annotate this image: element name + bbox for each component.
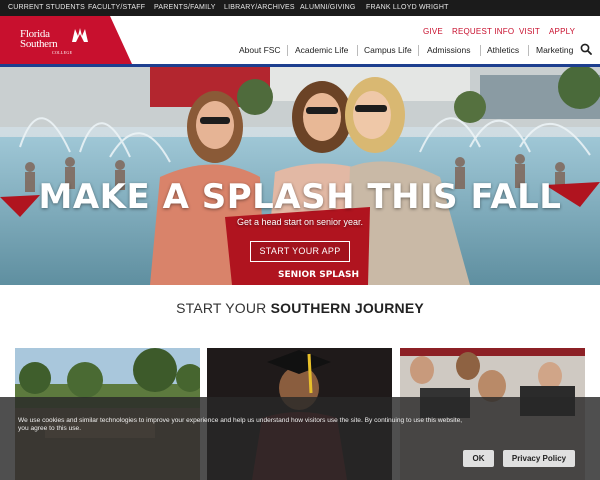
main-nav: About FSC Academic Life Campus Life Admi… bbox=[0, 45, 600, 59]
cookie-ok-button[interactable]: OK bbox=[463, 450, 494, 467]
nav-academic-life[interactable]: Academic Life bbox=[295, 45, 348, 55]
hero-headline: MAKE A SPLASH THIS FALL bbox=[38, 177, 562, 217]
nav-marketing[interactable]: Marketing bbox=[536, 45, 573, 55]
section-title: START YOUR SOUTHERN JOURNEY bbox=[0, 300, 600, 316]
util-link-frank-lloyd-wright[interactable]: FRANK LLOYD WRIGHT bbox=[366, 4, 449, 11]
nav-divider bbox=[287, 45, 288, 56]
quick-link-give[interactable]: GIVE bbox=[423, 27, 443, 36]
section-title-light: START YOUR bbox=[176, 300, 271, 316]
util-link-current-students[interactable]: CURRENT STUDENTS bbox=[8, 4, 85, 11]
cookie-banner: We use cookies and similar technologies … bbox=[0, 397, 600, 480]
hero-banner: SENIOR SPLASH MAKE A SPLASH THIS FALL Ge… bbox=[0, 67, 600, 285]
quick-link-visit[interactable]: VISIT bbox=[519, 27, 540, 36]
cookie-message: We use cookies and similar technologies … bbox=[18, 417, 463, 432]
quick-link-apply[interactable]: APPLY bbox=[549, 27, 575, 36]
hero-shirt-text: SENIOR SPLASH bbox=[278, 270, 359, 280]
privacy-policy-button[interactable]: Privacy Policy bbox=[503, 450, 575, 467]
nav-divider bbox=[357, 45, 358, 56]
util-link-library-archives[interactable]: LIBRARY/ARCHIVES bbox=[224, 4, 295, 11]
nav-divider bbox=[480, 45, 481, 56]
util-link-parents-family[interactable]: PARENTS/FAMILY bbox=[154, 4, 216, 11]
nav-campus-life[interactable]: Campus Life bbox=[364, 45, 412, 55]
site-header: Florida Southern COLLEGE GIVE REQUEST IN… bbox=[0, 16, 600, 64]
start-app-button[interactable]: START YOUR APP bbox=[250, 241, 350, 262]
quick-link-request-info[interactable]: REQUEST INFO bbox=[452, 27, 514, 36]
nav-divider bbox=[528, 45, 529, 56]
search-icon[interactable] bbox=[580, 43, 592, 55]
hero-subtext: Get a head start on senior year. bbox=[236, 217, 364, 227]
nav-divider bbox=[418, 45, 419, 56]
util-link-faculty-staff[interactable]: FACULTY/STAFF bbox=[88, 4, 145, 11]
nav-admissions[interactable]: Admissions bbox=[427, 45, 470, 55]
util-link-alumni-giving[interactable]: ALUMNI/GIVING bbox=[300, 4, 356, 11]
utility-bar: CURRENT STUDENTS FACULTY/STAFF PARENTS/F… bbox=[0, 0, 600, 16]
quick-links: GIVE REQUEST INFO VISIT APPLY bbox=[0, 27, 600, 37]
nav-athletics[interactable]: Athletics bbox=[487, 45, 519, 55]
nav-about-fsc[interactable]: About FSC bbox=[239, 45, 281, 55]
section-title-bold: SOUTHERN JOURNEY bbox=[270, 300, 424, 316]
